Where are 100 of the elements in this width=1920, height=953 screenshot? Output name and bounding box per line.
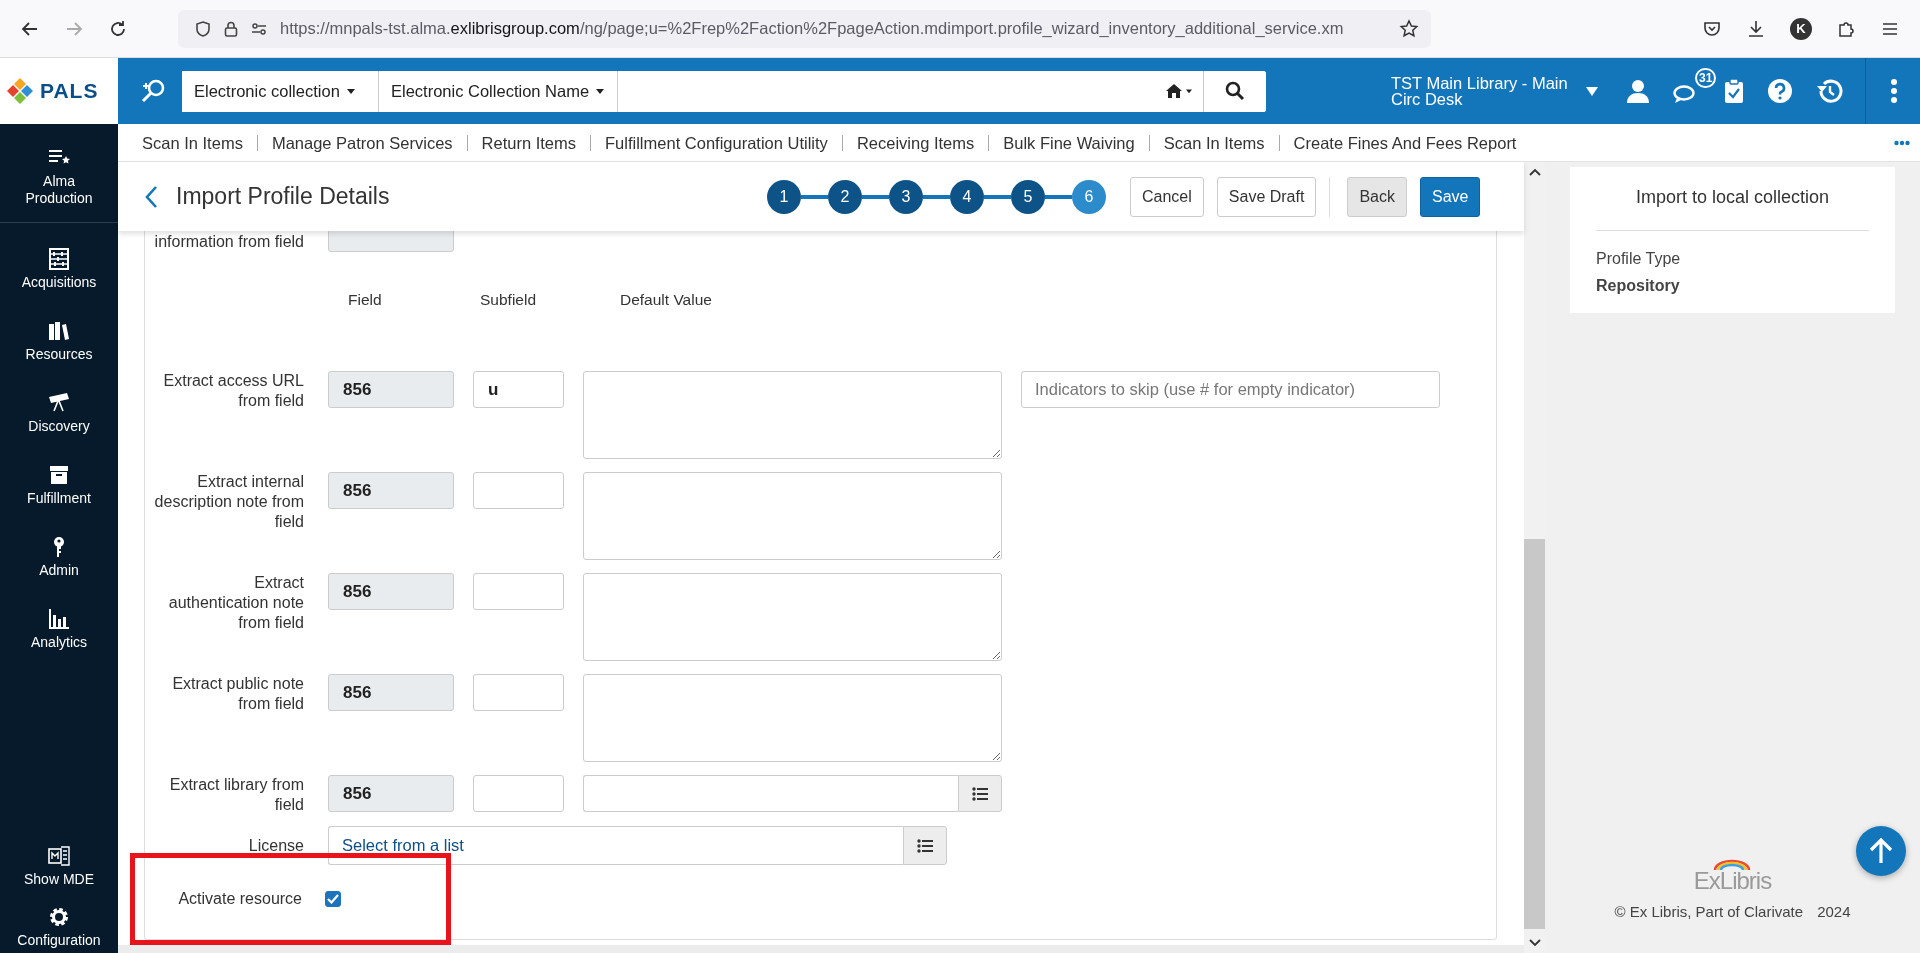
scrollbar-thumb[interactable]	[1524, 539, 1545, 929]
sidebar-item[interactable]: Admin	[0, 521, 118, 593]
step-indicator[interactable]: 2	[828, 179, 862, 214]
home-icon	[1165, 83, 1183, 99]
abacus-icon	[47, 247, 71, 271]
brand-logo-text: ExLibris	[1693, 867, 1772, 895]
step-connector	[801, 194, 828, 199]
copyright-year: 2024	[1817, 903, 1851, 920]
scope-dropdown[interactable]: Electronic collection	[182, 70, 379, 112]
notification-badge: 31	[1695, 68, 1717, 88]
field-label: Extract library from field	[168, 775, 305, 815]
scroll-up-icon[interactable]	[1528, 168, 1541, 176]
field-label: Extract access URL from field	[162, 371, 305, 411]
help-icon[interactable]	[1767, 78, 1793, 104]
settings-icon	[47, 905, 71, 929]
quick-link[interactable]: Scan In Items	[128, 134, 257, 151]
more-vertical-icon[interactable]	[1890, 78, 1898, 104]
save-button[interactable]: Save	[1420, 176, 1481, 217]
list-picker-button[interactable]	[958, 775, 1002, 812]
bar-chart-icon	[47, 607, 71, 631]
profile-type-value: Repository	[1596, 276, 1681, 296]
step-indicator[interactable]: 6	[1072, 179, 1106, 214]
logo-text: PALS	[40, 79, 99, 103]
field-label: Activate resource	[177, 889, 303, 909]
books-icon	[47, 319, 71, 343]
back-button[interactable]: Back	[1347, 176, 1407, 217]
sidebar-item[interactable]: Resources	[0, 305, 118, 377]
profile-type-label: Profile Type	[1596, 249, 1682, 269]
sidebar-item[interactable]: Show MDE	[0, 833, 118, 899]
quick-link[interactable]: Return Items	[466, 134, 591, 151]
field-tag-input[interactable]: 856	[328, 674, 454, 711]
step-indicator[interactable]: 3	[889, 179, 923, 214]
field-label: information from field	[153, 232, 305, 252]
quick-link[interactable]: Create Fines And Fees Report	[1278, 134, 1531, 151]
quick-link[interactable]: Fulfillment Configuration Utility	[590, 134, 842, 151]
field-tag-input[interactable]: 856	[328, 371, 454, 408]
list-icon	[917, 838, 933, 853]
document-icon	[47, 844, 71, 868]
star-icon[interactable]	[1399, 18, 1419, 39]
field-label: Extract internal description note from field	[153, 472, 305, 532]
field-tag-input[interactable]: 856	[328, 573, 454, 610]
subfield-input[interactable]	[473, 775, 564, 812]
back-chevron-icon[interactable]	[144, 184, 158, 209]
default-value-input[interactable]	[583, 775, 958, 812]
field-tag-input[interactable]: 856	[328, 472, 454, 509]
step-connector	[984, 194, 1011, 199]
quick-link[interactable]: Scan In Items	[1148, 134, 1279, 151]
field-label: Extract authentication note from field	[167, 573, 305, 633]
scrollbar[interactable]	[1524, 162, 1545, 953]
subfield-input[interactable]	[473, 674, 564, 711]
sidebar-item[interactable]: Fulfillment	[0, 449, 118, 521]
subfield-input[interactable]	[473, 573, 564, 610]
more-icon[interactable]	[1894, 139, 1910, 146]
list-icon	[972, 786, 988, 801]
page-title: Import Profile Details	[176, 183, 391, 210]
column-heading: Default Value	[619, 290, 713, 310]
license-select-field[interactable]: Select from a list	[328, 826, 903, 865]
sidebar-item[interactable]: Acquisitions	[0, 233, 118, 305]
address-bar[interactable]: https://mnpals-tst.alma.exlibrisgroup.com/ng/page;u=%2Frep%2Faction%2FpageAction.mdimport.profile_wizard_inventory_additional_service.xm	[178, 9, 1431, 48]
shield-icon[interactable]	[194, 19, 212, 38]
clipboard-icon[interactable]	[1723, 78, 1745, 104]
sidebar-item[interactable]: Analytics	[0, 593, 118, 665]
sidebar-item[interactable]: Discovery	[0, 377, 118, 449]
step-connector	[862, 194, 889, 199]
secondary-button[interactable]: Save Draft	[1216, 176, 1317, 217]
step-indicator[interactable]: 4	[950, 179, 984, 214]
quick-link[interactable]: Receiving Items	[841, 134, 989, 151]
step-indicator[interactable]: 1	[767, 179, 801, 214]
caret-icon	[1185, 88, 1193, 94]
sidebar-item[interactable]: Configuration	[0, 899, 118, 953]
download-icon[interactable]	[1746, 18, 1766, 39]
account-avatar[interactable]: K	[1790, 17, 1812, 40]
summary-title: Import to local collection	[1596, 187, 1869, 231]
field-label: Extract public note from field	[171, 674, 305, 714]
user-icon[interactable]	[1625, 78, 1651, 104]
step-indicator[interactable]: 5	[1011, 179, 1045, 214]
scroll-down-icon[interactable]	[1528, 939, 1541, 947]
secondary-button[interactable]: Cancel	[1130, 176, 1204, 217]
field-tag-input[interactable]: 856	[328, 775, 454, 812]
diamond-logo-icon	[6, 77, 34, 105]
caret-icon	[595, 87, 606, 95]
location-selector[interactable]: TST Main Library - Main Circ Desk	[1391, 75, 1571, 107]
subfield-input[interactable]	[473, 472, 564, 509]
quick-link[interactable]: Manage Patron Services	[256, 134, 467, 151]
quick-link[interactable]: Bulk Fine Waiving	[988, 134, 1149, 151]
subfield-input[interactable]: u	[473, 371, 564, 408]
column-heading: Subfield	[479, 290, 537, 310]
lock-icon[interactable]	[222, 19, 240, 38]
chat-icon[interactable]	[1673, 85, 1695, 104]
list-picker-button[interactable]	[903, 826, 947, 865]
history-icon[interactable]	[1815, 78, 1843, 104]
activate-checkbox[interactable]	[325, 891, 341, 907]
field-label: License	[247, 835, 305, 856]
reload-icon[interactable]	[108, 18, 128, 39]
step-connector	[1045, 194, 1072, 199]
url-text: https://mnpals-tst.alma.exlibrisgroup.com/ng/page;u=%2Frep%2Faction%2FpageAction.mdimport.profile_wizard_inventory_additional_service.xm	[280, 19, 1345, 38]
scroll-top-button[interactable]	[1856, 826, 1906, 876]
indicators-input[interactable]: Indicators to skip (use # for empty indicator)	[1021, 371, 1440, 408]
dropdown-triangle-icon[interactable]	[1585, 85, 1599, 97]
rainbow-arc-icon	[1712, 859, 1753, 871]
